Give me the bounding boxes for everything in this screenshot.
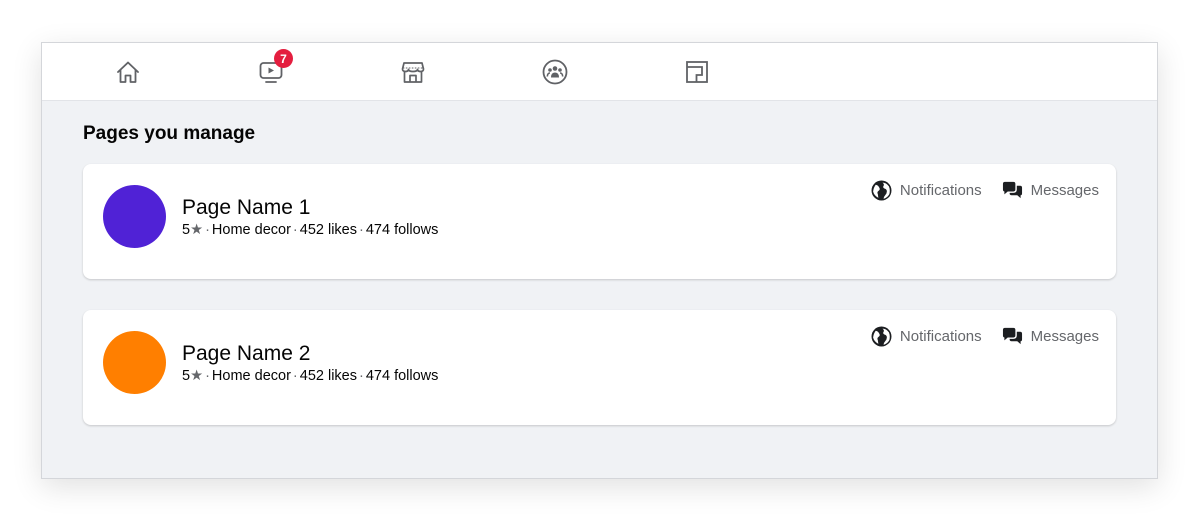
app-window: 7 Pages you manage Page Name 1 5★ · Home… [41, 42, 1158, 479]
likes-count: 452 [299, 222, 324, 238]
page-category: Home decor [211, 368, 291, 384]
page-meta: 5★ · Home decor · 452 likes · 474 follows [182, 222, 438, 238]
nav-marketplace[interactable] [398, 57, 428, 87]
separator: · [359, 368, 364, 384]
page-avatar[interactable] [103, 331, 166, 394]
separator: · [205, 222, 210, 238]
likes-count: 452 [299, 368, 324, 384]
page-name[interactable]: Page Name 2 [182, 342, 310, 366]
messages-button[interactable]: Messages [1002, 180, 1099, 201]
messages-label: Messages [1030, 182, 1099, 199]
globe-icon [871, 180, 892, 201]
notifications-label: Notifications [899, 182, 982, 199]
page-actions: Notifications Messages [871, 180, 1099, 201]
notification-badge: 7 [274, 49, 293, 68]
page-meta: 5★ · Home decor · 452 likes · 474 follows [182, 368, 438, 384]
rating-value: 5 [182, 222, 191, 238]
chat-bubbles-icon [1002, 181, 1022, 199]
nav-groups[interactable] [540, 57, 570, 87]
globe-icon [871, 326, 892, 347]
nav-watch[interactable]: 7 [256, 49, 293, 87]
section-title: Pages you manage [83, 123, 256, 144]
follows-count: 474 [365, 368, 391, 384]
rating-value: 5 [182, 368, 191, 384]
nav-gaming[interactable] [682, 57, 712, 87]
likes-label: likes [327, 222, 357, 238]
separator: · [359, 222, 364, 238]
page-card[interactable]: Page Name 2 5★ · Home decor · 452 likes · 474 … [83, 310, 1116, 425]
top-navigation: 7 [42, 43, 1157, 101]
notifications-button[interactable]: Notifications [871, 326, 982, 347]
notifications-button[interactable]: Notifications [871, 180, 982, 201]
home-icon [117, 61, 139, 83]
separator: · [205, 368, 210, 384]
nav-home[interactable] [113, 57, 143, 87]
messages-button[interactable]: Messages [1002, 326, 1099, 347]
chat-bubbles-icon [1002, 327, 1022, 345]
notifications-label: Notifications [899, 328, 982, 345]
gaming-icon [686, 61, 708, 83]
page-avatar[interactable] [103, 185, 166, 248]
follows-label: follows [394, 222, 439, 238]
messages-label: Messages [1030, 328, 1099, 345]
separator: · [292, 368, 298, 384]
store-icon [401, 62, 425, 83]
page-card[interactable]: Page Name 1 5★ · Home decor · 452 likes · 474 … [83, 164, 1116, 279]
groups-icon [542, 59, 568, 85]
star-icon: ★ [190, 222, 204, 238]
star-icon: ★ [190, 368, 204, 384]
follows-count: 474 [365, 222, 391, 238]
page-actions: Notifications Messages [871, 326, 1099, 347]
page-name[interactable]: Page Name 1 [182, 196, 310, 220]
page-category: Home decor [211, 222, 291, 238]
separator: · [292, 222, 298, 238]
follows-label: follows [394, 368, 439, 384]
likes-label: likes [327, 368, 357, 384]
